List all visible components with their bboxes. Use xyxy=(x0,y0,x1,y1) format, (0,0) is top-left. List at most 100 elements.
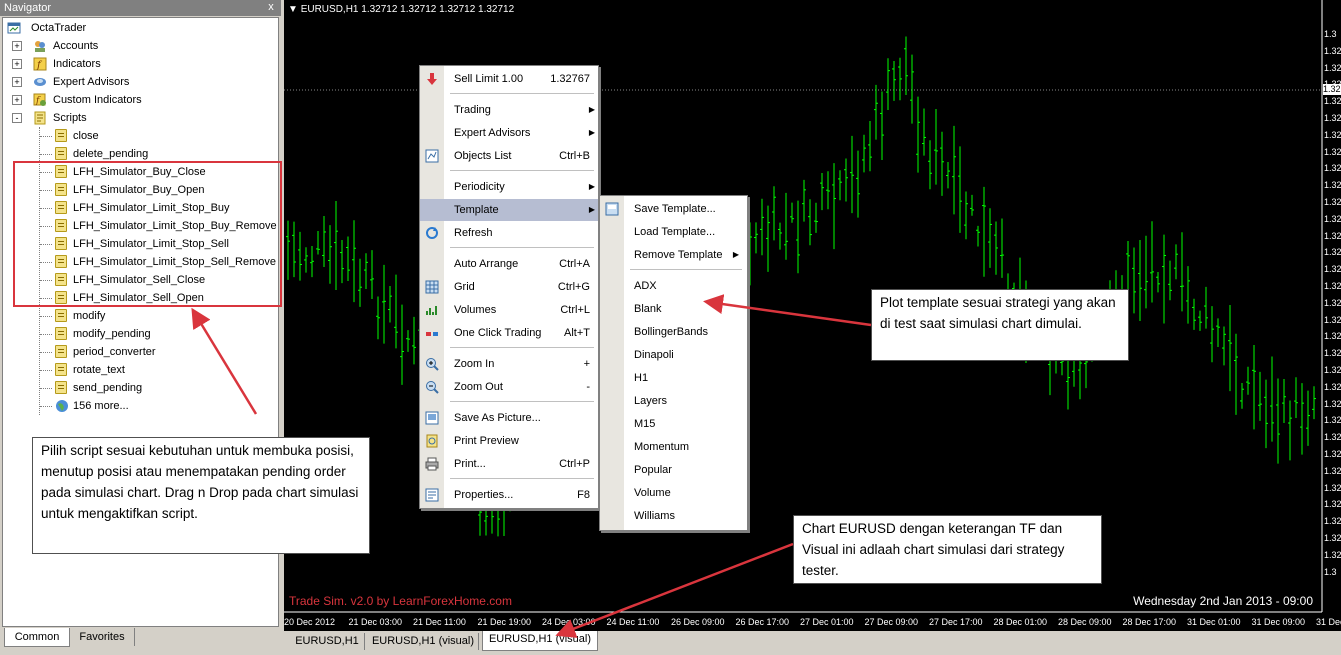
tab-favorites[interactable]: Favorites xyxy=(70,628,135,646)
menu-separator xyxy=(450,247,594,248)
time-axis-label: 20 Dec 2012 xyxy=(284,617,336,627)
expander-plus-icon[interactable]: + xyxy=(12,95,22,105)
template-item-save-template[interactable]: Save Template... xyxy=(600,198,747,220)
indicators-icon: f xyxy=(33,57,47,71)
objects-list-icon xyxy=(425,149,439,163)
template-item-momentum[interactable]: Momentum xyxy=(600,436,747,458)
template-item-label: Volume xyxy=(634,487,671,499)
menu-item-label: Print... xyxy=(454,458,486,470)
expander-plus-icon[interactable]: + xyxy=(12,41,22,51)
script-icon xyxy=(55,363,67,376)
menu-item-print-preview[interactable]: Print Preview xyxy=(420,430,598,452)
template-item-williams[interactable]: Williams xyxy=(600,505,747,527)
menu-item-zoom-out[interactable]: Zoom Out - xyxy=(420,376,598,398)
chart-callout: Chart EURUSD dengan keterangan TF dan Vi… xyxy=(793,515,1102,584)
expander-plus-icon[interactable]: + xyxy=(12,59,22,69)
menu-item-expert-advisors[interactable]: Expert Advisors ▶ xyxy=(420,122,598,144)
time-axis-label: 27 Dec 01:00 xyxy=(800,617,854,627)
price-axis-label: 1.32 xyxy=(1324,331,1341,342)
menu-item-shortcut: 1.32767 xyxy=(550,73,590,85)
script-item-label: close xyxy=(73,130,99,142)
price-axis-label: 1.32 xyxy=(1324,365,1341,375)
expander-minus-icon[interactable]: - xyxy=(12,113,22,123)
template-item-blank[interactable]: Blank xyxy=(600,298,747,320)
menu-separator xyxy=(450,401,594,402)
tree-connector xyxy=(40,154,52,155)
price-axis-label: 1.32 xyxy=(1324,415,1341,426)
template-item-adx[interactable]: ADX xyxy=(600,275,747,297)
price-axis-label: 1.32 xyxy=(1324,146,1341,157)
script-item-label: modify_pending xyxy=(73,328,151,340)
menu-item-properties[interactable]: Properties... F8 xyxy=(420,484,598,506)
chart-tab-eurusd-h1-visual-active[interactable]: EURUSD,H1 (visual) xyxy=(482,631,598,651)
menu-item-one-click-trading[interactable]: One Click Trading Alt+T xyxy=(420,322,598,344)
template-item-label: BollingerBands xyxy=(634,326,708,338)
menu-item-shortcut: Alt+T xyxy=(564,327,590,339)
template-item-remove-template[interactable]: Remove Template ▶ xyxy=(600,244,747,266)
chart-tab-eurusd-h1[interactable]: EURUSD,H1 xyxy=(290,633,365,650)
template-item-label: Williams xyxy=(634,510,675,522)
script-item-label: send_pending xyxy=(73,382,143,394)
navigator-close-button[interactable]: x xyxy=(265,0,277,14)
menu-item-label: Zoom In xyxy=(454,358,495,370)
menu-item-label: Volumes xyxy=(454,304,497,316)
menu-item-periodicity[interactable]: Periodicity ▶ xyxy=(420,176,598,198)
menu-item-zoom-in[interactable]: Zoom In + xyxy=(420,353,598,375)
template-item-bollingerbands[interactable]: BollingerBands xyxy=(600,321,747,343)
template-item-load-template[interactable]: Load Template... xyxy=(600,221,747,243)
menu-item-grid[interactable]: Grid Ctrl+G xyxy=(420,276,598,298)
price-axis-label: 1.3 xyxy=(1324,566,1337,577)
price-axis-label: 1.32 xyxy=(1324,549,1341,560)
price-axis-label: 1.32 xyxy=(1324,465,1341,476)
menu-item-shortcut: Ctrl+B xyxy=(559,150,590,162)
template-item-layers[interactable]: Layers xyxy=(600,390,747,412)
expander-plus-icon[interactable]: + xyxy=(12,77,22,87)
template-item-h1[interactable]: H1 xyxy=(600,367,747,389)
tab-common[interactable]: Common xyxy=(4,628,70,647)
template-item-popular[interactable]: Popular xyxy=(600,459,747,481)
chart-header-triangle-icon: ▼ xyxy=(288,4,298,15)
price-axis-label: 1.32 xyxy=(1324,62,1341,73)
chart-tab-eurusd-h1-visual[interactable]: EURUSD,H1 (visual) xyxy=(368,633,479,650)
price-axis-label: 1.32 xyxy=(1324,230,1341,241)
template-item-volume[interactable]: Volume xyxy=(600,482,747,504)
price-axis-label: 1.32 xyxy=(1324,533,1341,543)
menu-item-label: Zoom Out xyxy=(454,381,503,393)
price-axis-label: 1.32 xyxy=(1324,482,1341,493)
navigator-title: Navigator xyxy=(0,0,281,16)
menu-item-label: Print Preview xyxy=(454,435,519,447)
template-item-label: Save Template... xyxy=(634,203,716,215)
save-template-icon xyxy=(605,202,619,216)
price-axis-label: 1.32 xyxy=(1324,163,1341,174)
chart-callout-text: Chart EURUSD dengan keterangan TF dan Vi… xyxy=(802,521,1065,578)
price-axis-label: 1.32 xyxy=(1324,499,1341,510)
navigator-tabs: Common Favorites xyxy=(2,628,279,652)
current-price-tag: 1.32 xyxy=(1323,84,1341,95)
price-axis-label: 1.32 xyxy=(1324,398,1341,409)
menu-item-objects-list[interactable]: Objects List Ctrl+B xyxy=(420,145,598,167)
menu-item-label: Properties... xyxy=(454,489,514,501)
tree-connector xyxy=(40,316,52,317)
price-axis-label: 1.32 xyxy=(1324,381,1341,392)
template-item-label: Layers xyxy=(634,395,668,407)
menu-item-print[interactable]: Print... Ctrl+P xyxy=(420,453,598,475)
menu-item-refresh[interactable]: Refresh xyxy=(420,222,598,244)
menu-item-save-as-picture[interactable]: Save As Picture... xyxy=(420,407,598,429)
menu-item-auto-arrange[interactable]: Auto Arrange Ctrl+A xyxy=(420,253,598,275)
menu-item-volumes[interactable]: Volumes Ctrl+L xyxy=(420,299,598,321)
template-item-m15[interactable]: M15 xyxy=(600,413,747,435)
menu-separator xyxy=(450,478,594,479)
tree-connector xyxy=(40,136,52,137)
template-item-label: M15 xyxy=(634,418,656,430)
menu-item-trading[interactable]: Trading ▶ xyxy=(420,99,598,121)
grid-icon xyxy=(425,280,439,294)
scripts-callout: Pilih script sesuai kebutuhan untuk memb… xyxy=(32,437,370,554)
menu-item-template[interactable]: Template ▶ xyxy=(420,199,598,221)
zoom-out-icon xyxy=(426,381,439,394)
menu-item-sell-limit-1-00[interactable]: Sell Limit 1.00 1.32767 xyxy=(420,68,598,90)
template-item-label: ADX xyxy=(634,280,657,292)
template-item-label: H1 xyxy=(634,372,649,384)
template-callout-text: Plot template sesuai strategi yang akan … xyxy=(880,295,1116,331)
template-item-dinapoli[interactable]: Dinapoli xyxy=(600,344,747,366)
price-axis-label: 1.32 xyxy=(1324,180,1341,191)
